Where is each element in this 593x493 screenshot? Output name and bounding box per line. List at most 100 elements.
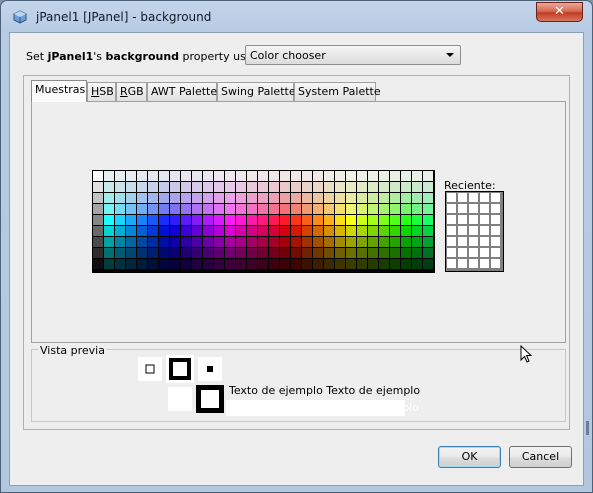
recent-swatch[interactable] bbox=[480, 215, 489, 224]
color-swatch[interactable] bbox=[302, 237, 312, 247]
color-swatch[interactable] bbox=[302, 215, 312, 225]
swatch-grid[interactable] bbox=[92, 170, 435, 273]
color-swatch[interactable] bbox=[346, 248, 356, 258]
color-swatch[interactable] bbox=[214, 171, 224, 181]
color-swatch[interactable] bbox=[291, 171, 301, 181]
color-swatch[interactable] bbox=[214, 248, 224, 258]
color-swatch[interactable] bbox=[269, 171, 279, 181]
tab-muestras[interactable]: Muestras bbox=[31, 80, 87, 102]
recent-swatch[interactable] bbox=[491, 204, 500, 213]
color-swatch[interactable] bbox=[203, 237, 213, 247]
recent-swatch[interactable] bbox=[491, 215, 500, 224]
color-swatch[interactable] bbox=[247, 248, 257, 258]
color-swatch[interactable] bbox=[335, 204, 345, 214]
color-swatch[interactable] bbox=[379, 237, 389, 247]
color-swatch[interactable] bbox=[236, 171, 246, 181]
color-swatch[interactable] bbox=[159, 259, 169, 269]
recent-swatch[interactable] bbox=[469, 193, 478, 202]
color-swatch[interactable] bbox=[280, 204, 290, 214]
color-swatch[interactable] bbox=[390, 226, 400, 236]
color-swatch[interactable] bbox=[137, 226, 147, 236]
color-swatch[interactable] bbox=[390, 248, 400, 258]
color-swatch[interactable] bbox=[291, 215, 301, 225]
recent-swatch[interactable] bbox=[447, 226, 456, 235]
color-swatch[interactable] bbox=[390, 259, 400, 269]
color-swatch[interactable] bbox=[236, 248, 246, 258]
color-swatch[interactable] bbox=[159, 182, 169, 192]
color-swatch[interactable] bbox=[412, 259, 422, 269]
recent-swatch[interactable] bbox=[491, 248, 500, 257]
color-swatch[interactable] bbox=[126, 171, 136, 181]
color-swatch[interactable] bbox=[269, 259, 279, 269]
color-swatch[interactable] bbox=[203, 182, 213, 192]
color-swatch[interactable] bbox=[192, 248, 202, 258]
color-swatch[interactable] bbox=[247, 193, 257, 203]
color-swatch[interactable] bbox=[346, 204, 356, 214]
color-swatch[interactable] bbox=[258, 259, 268, 269]
color-swatch[interactable] bbox=[115, 171, 125, 181]
color-swatch[interactable] bbox=[137, 248, 147, 258]
color-swatch[interactable] bbox=[115, 237, 125, 247]
recent-swatch[interactable] bbox=[458, 259, 467, 268]
color-swatch[interactable] bbox=[368, 204, 378, 214]
color-swatch[interactable] bbox=[148, 248, 158, 258]
color-swatch[interactable] bbox=[412, 193, 422, 203]
color-swatch[interactable] bbox=[302, 259, 312, 269]
recent-swatch[interactable] bbox=[458, 193, 467, 202]
color-swatch[interactable] bbox=[225, 259, 235, 269]
color-swatch[interactable] bbox=[192, 193, 202, 203]
color-swatch[interactable] bbox=[115, 215, 125, 225]
color-swatch[interactable] bbox=[346, 193, 356, 203]
color-swatch[interactable] bbox=[214, 215, 224, 225]
color-swatch[interactable] bbox=[357, 226, 367, 236]
color-swatch[interactable] bbox=[390, 171, 400, 181]
color-swatch[interactable] bbox=[214, 237, 224, 247]
color-swatch[interactable] bbox=[115, 204, 125, 214]
color-swatch[interactable] bbox=[203, 193, 213, 203]
color-swatch[interactable] bbox=[346, 182, 356, 192]
recent-swatch[interactable] bbox=[480, 248, 489, 257]
color-swatch[interactable] bbox=[115, 248, 125, 258]
color-swatch[interactable] bbox=[126, 182, 136, 192]
color-swatch[interactable] bbox=[225, 193, 235, 203]
color-swatch[interactable] bbox=[313, 248, 323, 258]
color-swatch[interactable] bbox=[291, 182, 301, 192]
color-swatch[interactable] bbox=[236, 215, 246, 225]
color-swatch[interactable] bbox=[181, 193, 191, 203]
color-swatch[interactable] bbox=[203, 259, 213, 269]
color-swatch[interactable] bbox=[137, 171, 147, 181]
color-swatch[interactable] bbox=[379, 259, 389, 269]
color-swatch[interactable] bbox=[104, 204, 114, 214]
color-swatch[interactable] bbox=[181, 182, 191, 192]
color-swatch[interactable] bbox=[148, 215, 158, 225]
color-swatch[interactable] bbox=[126, 193, 136, 203]
color-swatch[interactable] bbox=[236, 204, 246, 214]
color-swatch[interactable] bbox=[313, 237, 323, 247]
color-swatch[interactable] bbox=[236, 226, 246, 236]
color-swatch[interactable] bbox=[379, 193, 389, 203]
color-swatch[interactable] bbox=[280, 193, 290, 203]
recent-swatch[interactable] bbox=[469, 215, 478, 224]
title-bar[interactable]: jPanel1 [JPanel] - background ✕ bbox=[1, 1, 592, 34]
color-swatch[interactable] bbox=[93, 193, 103, 203]
color-swatch[interactable] bbox=[280, 215, 290, 225]
color-swatch[interactable] bbox=[93, 171, 103, 181]
color-swatch[interactable] bbox=[148, 226, 158, 236]
color-swatch[interactable] bbox=[225, 215, 235, 225]
color-swatch[interactable] bbox=[379, 226, 389, 236]
color-swatch[interactable] bbox=[159, 226, 169, 236]
color-swatch[interactable] bbox=[313, 204, 323, 214]
color-swatch[interactable] bbox=[104, 215, 114, 225]
color-swatch[interactable] bbox=[335, 248, 345, 258]
color-swatch[interactable] bbox=[401, 193, 411, 203]
color-swatch[interactable] bbox=[236, 182, 246, 192]
color-swatch[interactable] bbox=[423, 259, 433, 269]
color-swatch[interactable] bbox=[291, 226, 301, 236]
color-swatch[interactable] bbox=[137, 182, 147, 192]
recent-swatch[interactable] bbox=[458, 204, 467, 213]
color-swatch[interactable] bbox=[258, 204, 268, 214]
recent-swatch[interactable] bbox=[480, 226, 489, 235]
color-swatch[interactable] bbox=[148, 193, 158, 203]
color-swatch[interactable] bbox=[214, 182, 224, 192]
color-swatch[interactable] bbox=[269, 226, 279, 236]
